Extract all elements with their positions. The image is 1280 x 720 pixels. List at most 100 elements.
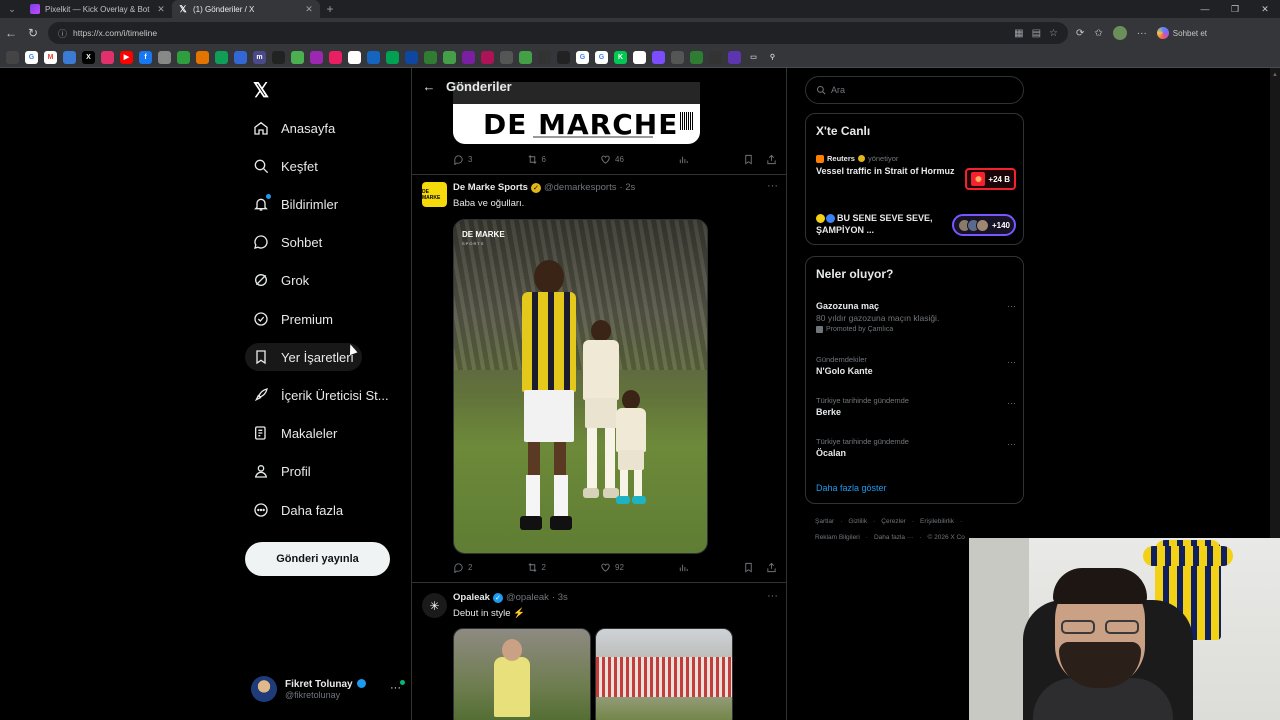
reply-button[interactable]: 2 bbox=[453, 562, 472, 573]
facebook-bookmark-icon[interactable]: f bbox=[139, 51, 152, 64]
new-tab-plus-icon[interactable]: + bbox=[320, 2, 340, 16]
bookmark-icon[interactable] bbox=[462, 51, 475, 64]
bookmark-icon[interactable] bbox=[215, 51, 228, 64]
tweet-time[interactable]: · 3s bbox=[552, 592, 568, 603]
nav-item-bookmarks[interactable]: Yer İşaretleri bbox=[245, 343, 362, 371]
bookmark-icon[interactable] bbox=[424, 51, 437, 64]
bookmark-icon[interactable] bbox=[671, 51, 684, 64]
apps-grid-icon[interactable]: ▦ bbox=[1014, 28, 1023, 39]
address-bar[interactable]: ⓘ https://x.com/i/timeline ▦ ▤ ☆ bbox=[48, 22, 1068, 44]
views-button[interactable] bbox=[678, 154, 689, 165]
browser-tab-x[interactable]: 𝕏 (1) Gönderiler / X ✕ bbox=[172, 0, 320, 18]
footer-link[interactable]: Reklam Bilgileri bbox=[815, 534, 860, 541]
more-dots-icon[interactable]: ··· bbox=[1007, 398, 1016, 408]
gmail-bookmark-icon[interactable]: M bbox=[44, 51, 57, 64]
bookmark-icon[interactable] bbox=[367, 51, 380, 64]
google-bookmark-icon[interactable]: G bbox=[576, 51, 589, 64]
bookmark-button[interactable] bbox=[743, 562, 754, 573]
tweet-time[interactable]: · 2s bbox=[619, 182, 635, 193]
bookmark-icon[interactable] bbox=[329, 51, 342, 64]
footer-link[interactable]: Daha fazla ··· bbox=[874, 534, 913, 541]
instagram-bookmark-icon[interactable] bbox=[101, 51, 114, 64]
refresh-extension-icon[interactable]: ⟳ bbox=[1076, 28, 1084, 39]
live-item[interactable]: Reuters yönetiyor Vessel traffic in Stra… bbox=[816, 154, 1016, 194]
tweet-photo[interactable]: DE MARKE SPORTS bbox=[453, 219, 708, 554]
more-dots-icon[interactable]: ··· bbox=[1007, 439, 1016, 449]
bookmark-icon[interactable] bbox=[386, 51, 399, 64]
site-info-icon[interactable]: ⓘ bbox=[58, 27, 67, 40]
more-dots-icon[interactable]: ··· bbox=[767, 590, 778, 602]
google-bookmark-icon[interactable]: G bbox=[25, 51, 38, 64]
kick-bookmark-icon[interactable]: K bbox=[614, 51, 627, 64]
post-button[interactable]: Gönderi yayınla bbox=[245, 542, 390, 576]
x-logo-icon[interactable]: 𝕏 bbox=[253, 78, 269, 103]
bookmark-icon[interactable] bbox=[519, 51, 532, 64]
nav-item-creator-studio[interactable]: İçerik Üreticisi St... bbox=[245, 381, 397, 409]
bookmark-icon[interactable] bbox=[709, 51, 722, 64]
nav-item-more[interactable]: Daha fazla bbox=[245, 496, 351, 524]
more-dots-icon[interactable]: ··· bbox=[1007, 357, 1016, 367]
share-button[interactable] bbox=[766, 154, 777, 165]
maximize-icon[interactable]: ❐ bbox=[1220, 0, 1250, 18]
live-item[interactable]: BU SENE SEVE SEVE, ŞAMPİYON ... +140 bbox=[816, 210, 1016, 240]
footer-link[interactable]: Erişilebilirlik bbox=[920, 518, 954, 525]
account-switcher[interactable]: Fikret Tolunay @fikretolunay ··· bbox=[251, 674, 405, 704]
link-icon[interactable]: ⚲ bbox=[766, 51, 779, 64]
bookmark-icon[interactable] bbox=[348, 51, 361, 64]
profile-avatar[interactable] bbox=[1112, 26, 1127, 40]
bookmark-button[interactable] bbox=[743, 154, 754, 165]
bookmark-icon[interactable] bbox=[177, 51, 190, 64]
nav-item-profile[interactable]: Profil bbox=[245, 457, 319, 485]
footer-link[interactable]: Çerezler bbox=[881, 518, 906, 525]
author-name[interactable]: Opaleak bbox=[453, 592, 490, 603]
close-tab-icon[interactable]: ✕ bbox=[156, 4, 166, 15]
footer-link[interactable]: Şartlar bbox=[815, 518, 834, 525]
bookmark-icon[interactable] bbox=[63, 51, 76, 64]
repost-button[interactable]: 6 bbox=[527, 154, 546, 165]
show-more-link[interactable]: Daha fazla göster bbox=[816, 483, 887, 493]
trend-item[interactable]: Gazozuna maç 80 yıldır gazozuna maçın kl… bbox=[816, 299, 1016, 333]
tweet-photo[interactable] bbox=[595, 628, 733, 720]
bookmark-icon[interactable] bbox=[500, 51, 513, 64]
bookmark-icon[interactable] bbox=[633, 51, 646, 64]
bookmark-icon[interactable] bbox=[443, 51, 456, 64]
tab-search-chevron-icon[interactable]: ⌄ bbox=[0, 0, 24, 18]
avatar[interactable]: DE MARKE bbox=[422, 182, 447, 207]
tweet[interactable]: ✳ Opaleak ✓ @opaleak · 3s ··· Debut in s… bbox=[412, 583, 786, 720]
favorite-star-icon[interactable]: ☆ bbox=[1049, 28, 1058, 39]
avatar[interactable]: ✳ bbox=[422, 593, 447, 618]
browser-tab-pixelkit[interactable]: Pixelkit — Kick Overlay & Bot ✕ bbox=[24, 0, 172, 18]
bookmark-icon[interactable] bbox=[557, 51, 570, 64]
author-handle[interactable]: @opaleak bbox=[506, 592, 549, 603]
folder-icon[interactable]: ▭ bbox=[747, 51, 760, 64]
bookmark-icon[interactable]: m bbox=[253, 51, 266, 64]
more-dots-icon[interactable]: ··· bbox=[767, 180, 778, 192]
back-arrow-icon[interactable]: ← bbox=[0, 26, 22, 40]
bookmark-icon[interactable] bbox=[234, 51, 247, 64]
tweet[interactable]: DE MARKE De Marke Sports ✓ @demarkesport… bbox=[412, 174, 786, 584]
repost-button[interactable]: 2 bbox=[527, 562, 546, 573]
window-close-icon[interactable]: ✕ bbox=[1250, 0, 1280, 18]
reader-mode-icon[interactable]: ▤ bbox=[1032, 28, 1041, 39]
bookmark-icon[interactable] bbox=[196, 51, 209, 64]
bookmark-icon[interactable] bbox=[272, 51, 285, 64]
google-bookmark-icon[interactable]: G bbox=[595, 51, 608, 64]
browser-menu-icon[interactable]: ··· bbox=[1137, 28, 1147, 39]
bookmark-icon[interactable] bbox=[728, 51, 741, 64]
bookmark-icon[interactable] bbox=[690, 51, 703, 64]
trend-item[interactable]: Türkiye tarihinde gündemde Öcalan ··· bbox=[816, 437, 1016, 458]
nav-item-explore[interactable]: Keşfet bbox=[245, 152, 326, 180]
like-button[interactable]: 46 bbox=[600, 154, 624, 165]
bookmark-icon[interactable] bbox=[481, 51, 494, 64]
share-button[interactable] bbox=[766, 562, 777, 573]
nav-item-grok[interactable]: Grok bbox=[245, 266, 317, 294]
youtube-bookmark-icon[interactable]: ▶ bbox=[120, 51, 133, 64]
nav-item-premium[interactable]: Premium bbox=[245, 305, 341, 333]
bookmark-icon[interactable] bbox=[6, 51, 19, 64]
live-count-badge[interactable]: ✺ +24 B bbox=[965, 168, 1016, 190]
bookmark-icon[interactable] bbox=[538, 51, 551, 64]
live-count-badge[interactable]: +140 bbox=[951, 214, 1016, 236]
more-dots-icon[interactable]: ··· bbox=[390, 682, 401, 694]
bookmark-icon[interactable] bbox=[652, 51, 665, 64]
reply-button[interactable]: 3 bbox=[453, 154, 472, 165]
